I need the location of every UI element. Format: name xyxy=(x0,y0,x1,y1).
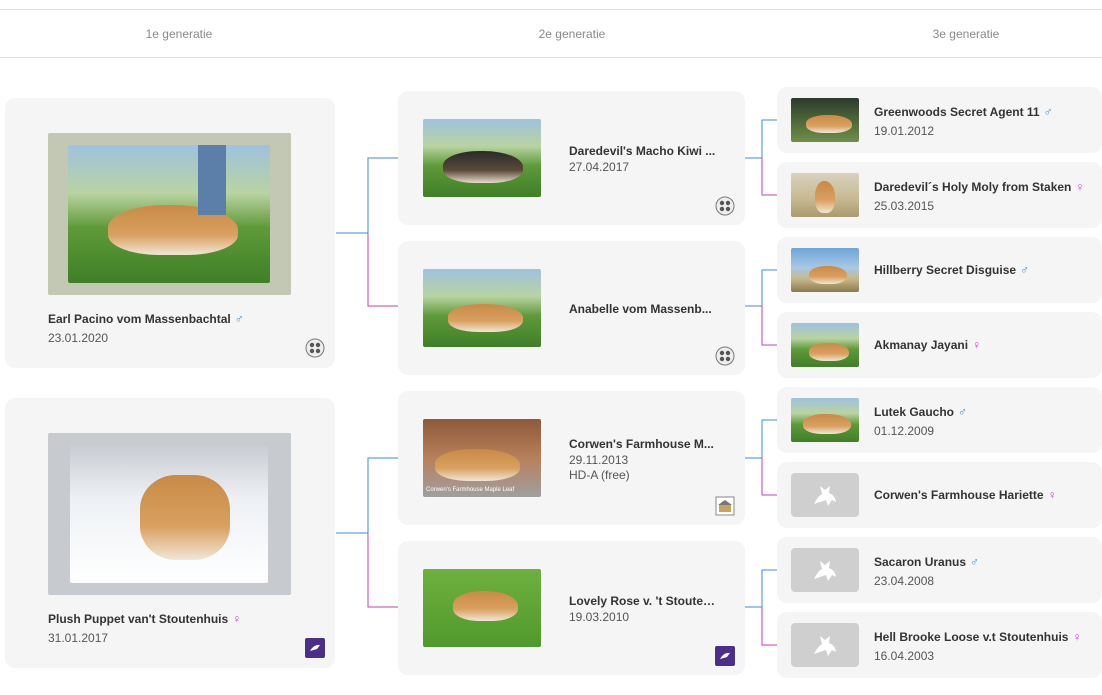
dog-photo xyxy=(423,269,541,347)
dog-photo xyxy=(791,98,859,142)
dog-birthdate: 16.04.2003 xyxy=(874,649,935,663)
dog-photo xyxy=(791,248,859,292)
male-icon: ♂ xyxy=(1020,263,1030,277)
gen3-card-5[interactable]: Lutek Gaucho ♂ 01.12.2009 xyxy=(777,387,1102,453)
breeder-logo-icon xyxy=(305,638,325,658)
photo-caption: Corwen's Farmhouse Maple Leaf xyxy=(426,487,515,493)
gen2-card-3[interactable]: Corwen's Farmhouse Maple Leaf Corwen's F… xyxy=(398,391,745,525)
dog-name[interactable]: Plush Puppet van't Stoutenhuis ♀ xyxy=(48,612,308,626)
dog-name[interactable]: Anabelle vom Massenb... xyxy=(569,302,719,316)
female-icon: ♀ xyxy=(1047,488,1057,502)
no-photo-placeholder xyxy=(791,548,859,592)
gen3-card-7[interactable]: Sacaron Uranus ♂ 23.04.2008 xyxy=(777,537,1102,603)
gen1-card-dam[interactable]: Plush Puppet van't Stoutenhuis ♀ 31.01.20… xyxy=(5,398,335,668)
dog-birthdate: 19.03.2010 xyxy=(569,610,630,624)
female-icon: ♀ xyxy=(1075,180,1085,194)
dog-birthdate: 25.03.2015 xyxy=(874,199,935,213)
dog-name[interactable]: Earl Pacino vom Massenbachtal ♂ xyxy=(48,312,308,326)
male-icon: ♂ xyxy=(1043,105,1053,119)
male-icon: ♂ xyxy=(970,555,980,569)
dog-name[interactable]: Lutek Gaucho ♂ xyxy=(874,405,1096,419)
female-icon: ♀ xyxy=(232,612,242,626)
dog-photo xyxy=(791,173,859,217)
dog-name[interactable]: Lovely Rose v. 't Stouten... xyxy=(569,594,719,608)
dog-photo xyxy=(48,133,291,295)
gen3-card-2[interactable]: Daredevil´s Holy Moly from Staken ♀ 25.03… xyxy=(777,162,1102,228)
dog-name[interactable]: Corwen's Farmhouse Hariette ♀ xyxy=(874,488,1096,502)
dog-name[interactable]: Akmanay Jayani ♀ xyxy=(874,338,1096,352)
dog-photo xyxy=(48,433,291,595)
dog-birthdate: 29.11.2013 xyxy=(569,453,629,467)
female-icon: ♀ xyxy=(1072,630,1082,644)
gen2-card-4[interactable]: Lovely Rose v. 't Stouten... 19.03.2010 xyxy=(398,541,745,675)
dog-silhouette-icon xyxy=(814,636,836,656)
gen2-card-1[interactable]: Daredevil's Macho Kiwi ... 27.04.2017 xyxy=(398,91,745,225)
dog-photo: Corwen's Farmhouse Maple Leaf xyxy=(423,419,541,497)
dog-birthdate: 19.01.2012 xyxy=(874,124,935,138)
dog-birthdate: 31.01.2017 xyxy=(48,631,109,645)
no-photo-placeholder xyxy=(791,473,859,517)
no-photo-placeholder xyxy=(791,623,859,667)
dog-name[interactable]: Hell Brooke Loose v.t Stoutenhuis ♀ xyxy=(874,630,1096,644)
gen2-card-2[interactable]: Anabelle vom Massenb... xyxy=(398,241,745,375)
gen3-card-6[interactable]: Corwen's Farmhouse Hariette ♀ xyxy=(777,462,1102,528)
dog-name[interactable]: Sacaron Uranus ♂ xyxy=(874,555,1096,569)
dog-photo xyxy=(791,323,859,367)
gen3-card-8[interactable]: Hell Brooke Loose v.t Stoutenhuis ♀ 16.04… xyxy=(777,612,1102,678)
gen3-card-4[interactable]: Akmanay Jayani ♀ xyxy=(777,312,1102,378)
dog-name[interactable]: Greenwoods Secret Agent 11 ♂ xyxy=(874,105,1096,119)
dog-birthdate: 23.04.2008 xyxy=(874,574,935,588)
dog-name[interactable]: Daredevil's Macho Kiwi ... xyxy=(569,144,719,158)
gen1-card-sire[interactable]: Earl Pacino vom Massenbachtal ♂ 23.01.202… xyxy=(5,98,335,368)
dog-birthdate: 27.04.2017 xyxy=(569,160,630,174)
male-icon: ♂ xyxy=(958,405,968,419)
gen3-card-1[interactable]: Greenwoods Secret Agent 11 ♂ 19.01.2012 xyxy=(777,87,1102,153)
male-icon: ♂ xyxy=(234,312,244,326)
dog-silhouette-icon xyxy=(814,561,836,581)
dog-photo xyxy=(423,119,541,197)
dog-name[interactable]: Corwen's Farmhouse M... xyxy=(569,437,719,451)
health-result: HD-A (free) xyxy=(569,468,630,482)
kennel-logo-icon xyxy=(715,496,735,516)
dog-silhouette-icon xyxy=(814,486,836,506)
dog-photo xyxy=(423,569,541,647)
dog-name[interactable]: Daredevil´s Holy Moly from Staken ♀ xyxy=(874,180,1096,194)
gen3-card-3[interactable]: Hillberry Secret Disguise ♂ xyxy=(777,237,1102,303)
dog-birthdate: 23.01.2020 xyxy=(48,331,109,345)
dog-birthdate: 01.12.2009 xyxy=(874,424,935,438)
dog-photo xyxy=(791,398,859,442)
club-logo-icon xyxy=(305,338,325,358)
female-icon: ♀ xyxy=(972,338,982,352)
dog-name[interactable]: Hillberry Secret Disguise ♂ xyxy=(874,263,1096,277)
club-logo-icon xyxy=(715,196,735,216)
club-logo-icon xyxy=(715,346,735,366)
breeder-logo-icon xyxy=(715,646,735,666)
